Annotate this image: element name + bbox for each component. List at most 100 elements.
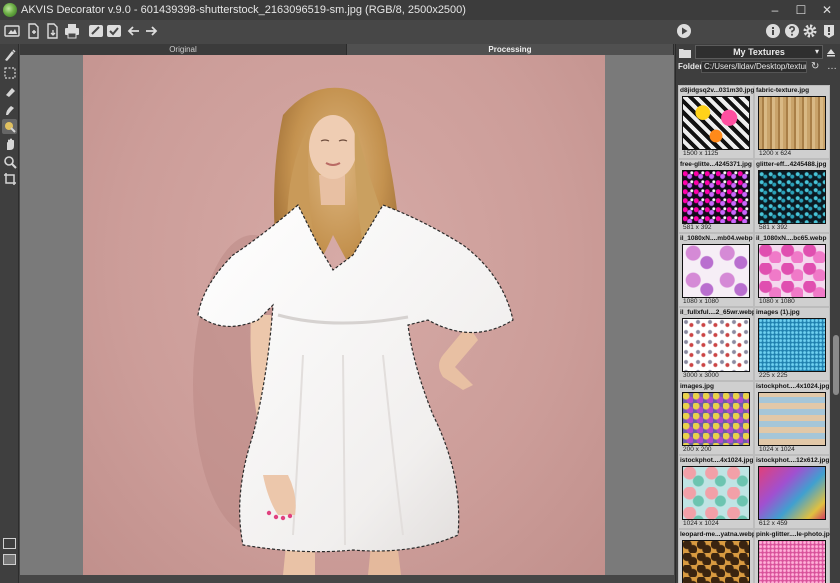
texture-item[interactable]: fabric-texture.jpg 1200 x 624 bbox=[754, 85, 830, 159]
hand-icon[interactable] bbox=[2, 136, 17, 151]
apply-mask-icon[interactable] bbox=[106, 23, 122, 39]
tab-original[interactable]: Original bbox=[20, 44, 347, 55]
texture-dimensions: 612 x 459 bbox=[759, 520, 788, 527]
texture-thumbnail[interactable] bbox=[758, 318, 826, 372]
texture-name: pink-glitter....le-photo.jpg bbox=[756, 531, 830, 538]
folder-path-field[interactable]: C:/Users/lldav/Desktop/textures bbox=[701, 61, 807, 73]
texture-item[interactable]: glitter-eff...4245488.jpg 581 x 392 bbox=[754, 159, 830, 233]
maximize-button[interactable]: ☐ bbox=[788, 0, 814, 20]
panel-menu-icon[interactable] bbox=[825, 46, 837, 58]
notifications-icon[interactable] bbox=[821, 23, 837, 39]
library-header: My Textures ▾ bbox=[676, 44, 840, 61]
texture-thumbnail[interactable] bbox=[682, 96, 750, 150]
close-button[interactable]: ✕ bbox=[814, 0, 840, 20]
selection-brush-icon[interactable] bbox=[2, 102, 17, 117]
view-tabs: Original Processing bbox=[20, 44, 674, 55]
image-canvas[interactable] bbox=[20, 55, 674, 575]
decoration-brush-icon[interactable] bbox=[2, 47, 17, 62]
texture-dimensions: 1024 x 1024 bbox=[683, 520, 719, 527]
texture-item[interactable]: free-glitte...4245371.jpg 581 x 392 bbox=[678, 159, 754, 233]
scrollbar-thumb[interactable] bbox=[833, 335, 839, 395]
tools-panel bbox=[0, 44, 19, 583]
texture-scrollbar[interactable] bbox=[832, 85, 840, 583]
texture-thumbnail[interactable] bbox=[682, 540, 750, 583]
texture-dimensions: 1080 x 1080 bbox=[683, 298, 719, 305]
texture-dimensions: 3000 x 3000 bbox=[683, 372, 719, 379]
info-icon[interactable] bbox=[765, 23, 781, 39]
texture-thumbnail[interactable] bbox=[758, 170, 826, 224]
texture-grid: d8jidgsq2v...031m30.jpg 1500 x 1125 fabric… bbox=[678, 85, 830, 583]
texture-item[interactable]: istockphot....12x612.jpg 612 x 459 bbox=[754, 455, 830, 529]
texture-item[interactable]: istockphot....4x1024.jpg 1024 x 1024 bbox=[678, 455, 754, 529]
texture-thumbnail[interactable] bbox=[758, 466, 826, 520]
texture-thumbnail[interactable] bbox=[758, 96, 826, 150]
texture-item[interactable]: images.jpg 200 x 200 bbox=[678, 381, 754, 455]
texture-thumbnail[interactable] bbox=[758, 244, 826, 298]
settings-gear-icon[interactable] bbox=[802, 23, 818, 39]
window-controls: – ☐ ✕ bbox=[762, 0, 840, 20]
woman-in-white-dress-photo[interactable] bbox=[83, 55, 605, 575]
texture-name: istockphot....4x1024.jpg bbox=[756, 383, 830, 390]
window-title: AKVIS Decorator v.9.0 - 601439398-shutte… bbox=[21, 4, 466, 16]
foreground-color-icon[interactable] bbox=[3, 538, 16, 549]
texture-name: istockphot....12x612.jpg bbox=[756, 457, 830, 464]
texture-name: il_1080xN....mb04.webp bbox=[680, 235, 753, 242]
texture-thumbnail[interactable] bbox=[682, 466, 750, 520]
save-file-icon[interactable] bbox=[44, 23, 60, 39]
texture-name: d8jidgsq2v...031m30.jpg bbox=[680, 87, 754, 94]
chevron-down-icon: ▾ bbox=[814, 47, 819, 56]
texture-name: leopard-me...yatna.webp bbox=[680, 531, 754, 538]
redo-icon[interactable] bbox=[143, 23, 159, 39]
texture-item[interactable]: istockphot....4x1024.jpg 1024 x 1024 bbox=[754, 381, 830, 455]
texture-item[interactable]: il_fullxful....2_65wr.webp 3000 x 3000 bbox=[678, 307, 754, 381]
open-folder-icon[interactable] bbox=[678, 46, 692, 58]
main-toolbar bbox=[0, 20, 840, 44]
refresh-icon[interactable]: ↻ bbox=[811, 61, 819, 72]
library-select[interactable]: My Textures ▾ bbox=[695, 45, 823, 59]
texture-thumbnail[interactable] bbox=[682, 318, 750, 372]
texture-name: istockphot....4x1024.jpg bbox=[680, 457, 754, 464]
texture-thumbnail[interactable] bbox=[682, 170, 750, 224]
undo-icon[interactable] bbox=[126, 23, 142, 39]
texture-item[interactable]: images (1).jpg 225 x 225 bbox=[754, 307, 830, 381]
edit-mask-icon[interactable] bbox=[88, 23, 104, 39]
texture-name: images (1).jpg bbox=[756, 309, 800, 316]
texture-item[interactable]: il_1080xN....mb04.webp 1080 x 1080 bbox=[678, 233, 754, 307]
open-file-icon[interactable] bbox=[25, 23, 41, 39]
texture-item[interactable]: d8jidgsq2v...031m30.jpg 1500 x 1125 bbox=[678, 85, 754, 159]
help-icon[interactable] bbox=[784, 23, 800, 39]
more-options-icon[interactable]: … bbox=[827, 61, 837, 72]
print-icon[interactable] bbox=[64, 23, 80, 39]
run-icon[interactable] bbox=[676, 23, 692, 39]
texture-dimensions: 1500 x 1125 bbox=[683, 150, 719, 157]
shift-texture-icon[interactable] bbox=[2, 119, 17, 134]
crop-icon[interactable] bbox=[2, 171, 17, 186]
mask-view-icon[interactable] bbox=[3, 554, 16, 565]
folder-row: Folder C:/Users/lldav/Desktop/textures ↻… bbox=[676, 61, 840, 74]
texture-item[interactable]: il_1080xN....bc65.webp 1080 x 1080 bbox=[754, 233, 830, 307]
texture-name: free-glitte...4245371.jpg bbox=[680, 161, 752, 168]
before-after-icon[interactable] bbox=[4, 23, 20, 39]
texture-item[interactable]: pink-glitter....le-photo.jpg bbox=[754, 529, 830, 583]
texture-thumbnail[interactable] bbox=[682, 392, 750, 446]
library-select-value: My Textures bbox=[733, 47, 785, 57]
texture-name: fabric-texture.jpg bbox=[756, 87, 810, 94]
folder-label: Folder bbox=[678, 62, 703, 71]
akvis-logo-icon bbox=[3, 3, 17, 17]
minimize-button[interactable]: – bbox=[762, 0, 788, 20]
texture-name: glitter-eff...4245488.jpg bbox=[756, 161, 827, 168]
texture-item[interactable]: leopard-me...yatna.webp bbox=[678, 529, 754, 583]
texture-thumbnail[interactable] bbox=[758, 392, 826, 446]
texture-dimensions: 581 x 392 bbox=[683, 224, 712, 231]
app-window: AKVIS Decorator v.9.0 - 601439398-shutte… bbox=[0, 0, 840, 583]
texture-dimensions: 225 x 225 bbox=[759, 372, 788, 379]
rectangular-selection-icon[interactable] bbox=[2, 65, 17, 80]
eraser-icon[interactable] bbox=[2, 84, 17, 99]
texture-thumbnail[interactable] bbox=[758, 540, 826, 583]
texture-thumbnail[interactable] bbox=[682, 244, 750, 298]
zoom-icon[interactable] bbox=[2, 154, 17, 169]
texture-name: images.jpg bbox=[680, 383, 714, 390]
texture-dimensions: 1024 x 1024 bbox=[759, 446, 795, 453]
texture-name: il_1080xN....bc65.webp bbox=[756, 235, 827, 242]
tab-processing[interactable]: Processing bbox=[347, 44, 674, 55]
